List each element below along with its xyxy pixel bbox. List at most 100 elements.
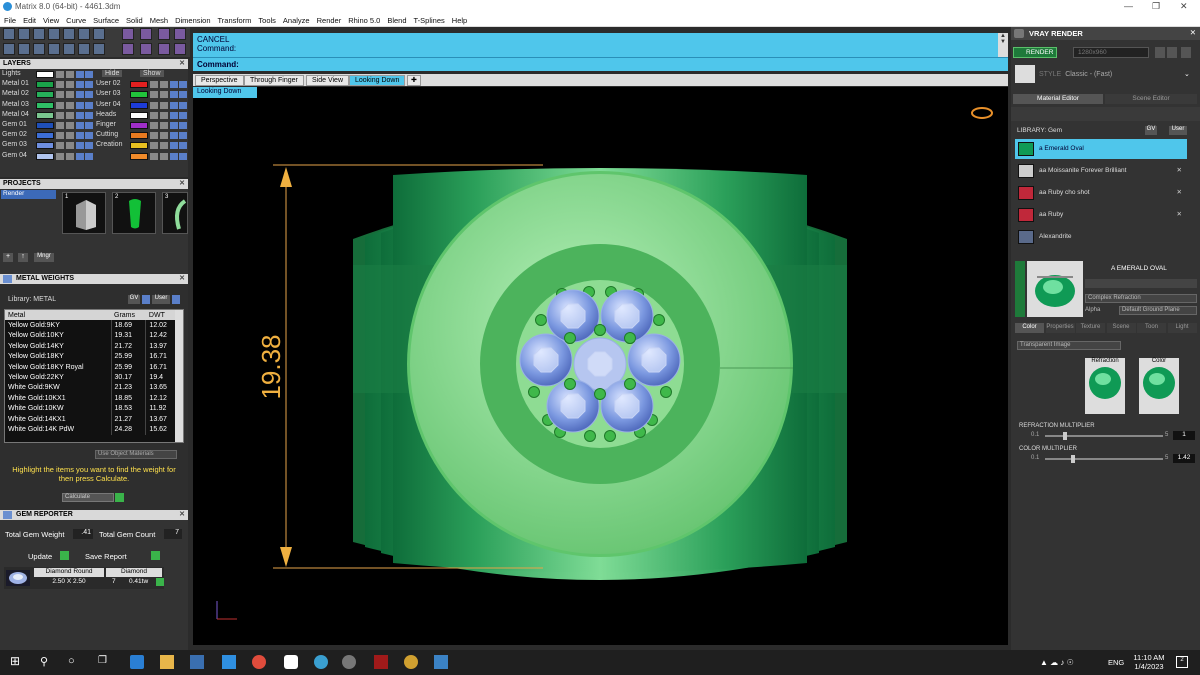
- layer-color-swatch[interactable]: [36, 91, 54, 99]
- user-toggle[interactable]: [172, 295, 180, 304]
- layer-color-swatch[interactable]: [36, 111, 54, 119]
- layer-toggle-icon[interactable]: [170, 152, 178, 160]
- tool-icon[interactable]: [33, 43, 45, 55]
- tool-icon[interactable]: [174, 43, 186, 55]
- mngr-button[interactable]: Mngr: [34, 253, 54, 262]
- remove-icon[interactable]: ✕: [1177, 210, 1182, 218]
- subtab-scene[interactable]: Scene: [1106, 323, 1136, 333]
- layer-toggle-icon[interactable]: [170, 91, 178, 99]
- menu-curve[interactable]: Curve: [62, 14, 89, 25]
- color-slider[interactable]: [1045, 455, 1163, 463]
- chevron-down-icon[interactable]: ⌄: [1184, 70, 1190, 78]
- table-row[interactable]: White Gold:10KW 18.53 11.92: [5, 403, 177, 414]
- tool-icon[interactable]: [48, 28, 60, 40]
- tool-icon[interactable]: [3, 43, 15, 55]
- user-button[interactable]: User: [1169, 126, 1187, 135]
- layer-color-swatch[interactable]: [130, 101, 148, 109]
- layer-row[interactable]: Creation: [94, 141, 188, 150]
- layer-row[interactable]: Metal 04: [0, 111, 94, 120]
- lock-icon[interactable]: [56, 152, 64, 160]
- photos-icon[interactable]: [434, 655, 448, 669]
- lock-icon[interactable]: [150, 81, 158, 89]
- layer-toggle-icon[interactable]: [76, 91, 84, 99]
- layer-toggle-icon[interactable]: [85, 101, 93, 109]
- layer-color-swatch[interactable]: [130, 142, 148, 150]
- layer-row[interactable]: Metal 03: [0, 101, 94, 110]
- layer-row[interactable]: [94, 152, 188, 161]
- lock-icon[interactable]: [56, 132, 64, 140]
- app-icon[interactable]: [374, 655, 388, 669]
- tool-icon[interactable]: [18, 43, 30, 55]
- menu-analyze[interactable]: Analyze: [279, 14, 313, 25]
- tool-icon[interactable]: [158, 43, 170, 55]
- lock-icon[interactable]: [56, 81, 64, 89]
- lock-icon[interactable]: [56, 122, 64, 129]
- layer-option-icon[interactable]: [160, 142, 168, 150]
- tool-icon[interactable]: [48, 43, 60, 55]
- tray-icons[interactable]: ▲ ☁ ♪ ☉: [1040, 658, 1074, 667]
- edge-icon[interactable]: [130, 655, 144, 669]
- menu-solid[interactable]: Solid: [122, 14, 146, 25]
- layer-toggle-icon[interactable]: [76, 111, 84, 119]
- layer-toggle-icon[interactable]: [85, 142, 93, 150]
- table-row[interactable]: Yellow Gold:18KY Royal 25.99 16.71: [5, 361, 177, 373]
- minimize-icon[interactable]: —: [1124, 1, 1133, 11]
- material-list-item[interactable]: Alexandrite: [1015, 227, 1187, 247]
- layer-color-swatch[interactable]: [130, 152, 148, 160]
- layer-row[interactable]: User 02: [94, 80, 188, 89]
- lock-icon[interactable]: [56, 71, 64, 78]
- tab-perspective[interactable]: Perspective: [195, 75, 244, 86]
- subtab-toon[interactable]: Toon: [1137, 323, 1166, 333]
- save-report-go-icon[interactable]: [151, 551, 160, 560]
- menu-mesh[interactable]: Mesh: [146, 14, 171, 25]
- layer-option-icon[interactable]: [160, 101, 168, 109]
- mail-icon[interactable]: [222, 655, 236, 669]
- layer-toggle-icon[interactable]: [179, 111, 187, 119]
- layer-toggle-icon[interactable]: [179, 132, 187, 140]
- menu-dimension[interactable]: Dimension: [171, 14, 213, 25]
- layer-row[interactable]: Gem 02: [0, 131, 94, 140]
- layer-toggle-icon[interactable]: [179, 142, 187, 150]
- close-icon[interactable]: ✕: [179, 510, 185, 518]
- layer-toggle-icon[interactable]: [85, 152, 93, 160]
- file-explorer-icon[interactable]: [160, 655, 174, 669]
- layer-color-swatch[interactable]: [36, 122, 54, 129]
- table-row[interactable]: White Gold:10KX1 18.85 12.12: [5, 393, 177, 404]
- layer-toggle-icon[interactable]: [170, 81, 178, 89]
- notification-icon[interactable]: 2: [1176, 656, 1188, 668]
- layer-row[interactable]: Metal 02: [0, 90, 94, 99]
- menu-transform[interactable]: Transform: [214, 14, 255, 25]
- column-header[interactable]: Metal: [5, 310, 112, 321]
- menu-rhino[interactable]: Rhino 5.0: [344, 14, 383, 25]
- layer-color-swatch[interactable]: [130, 91, 148, 99]
- column-header[interactable]: Grams: [111, 310, 146, 321]
- layer-toggle-icon[interactable]: [179, 152, 187, 160]
- layer-toggle-icon[interactable]: [170, 101, 178, 109]
- table-row[interactable]: Yellow Gold:10KY 19.31 12.42: [5, 330, 177, 342]
- layer-toggle-icon[interactable]: [179, 101, 187, 109]
- chrome-icon[interactable]: [252, 655, 266, 669]
- layer-option-icon[interactable]: [66, 152, 74, 160]
- viewport[interactable]: Looking Down 19.38: [193, 87, 1008, 645]
- layer-color-swatch[interactable]: [36, 101, 54, 109]
- material-list-item[interactable]: aa Ruby cho shot ✕: [1015, 183, 1187, 203]
- layer-toggle-icon[interactable]: [76, 132, 84, 140]
- app-icon[interactable]: [314, 655, 328, 669]
- layer-row[interactable]: User 03: [94, 90, 188, 99]
- layer-row[interactable]: Gem 01: [0, 121, 94, 130]
- tool-icon[interactable]: [18, 28, 30, 40]
- project-thumb[interactable]: 1: [62, 192, 106, 234]
- tab-side-view[interactable]: Side View: [306, 75, 350, 86]
- menu-tools[interactable]: Tools: [254, 14, 279, 25]
- table-row[interactable]: Yellow Gold:18KY 25.99 16.71: [5, 351, 177, 362]
- render-button[interactable]: RENDER: [1013, 47, 1057, 58]
- layer-toggle-icon[interactable]: [76, 71, 84, 78]
- layer-toggle-icon[interactable]: [179, 81, 187, 89]
- layer-toggle-icon[interactable]: [170, 132, 178, 140]
- tool-icon[interactable]: [174, 28, 186, 40]
- lock-icon[interactable]: [56, 101, 64, 109]
- command-scrollbar[interactable]: ▲ ▼: [998, 33, 1008, 57]
- up-button[interactable]: ↑: [18, 253, 28, 262]
- add-tab-icon[interactable]: ✚: [407, 75, 421, 86]
- add-project-button[interactable]: +: [3, 253, 13, 262]
